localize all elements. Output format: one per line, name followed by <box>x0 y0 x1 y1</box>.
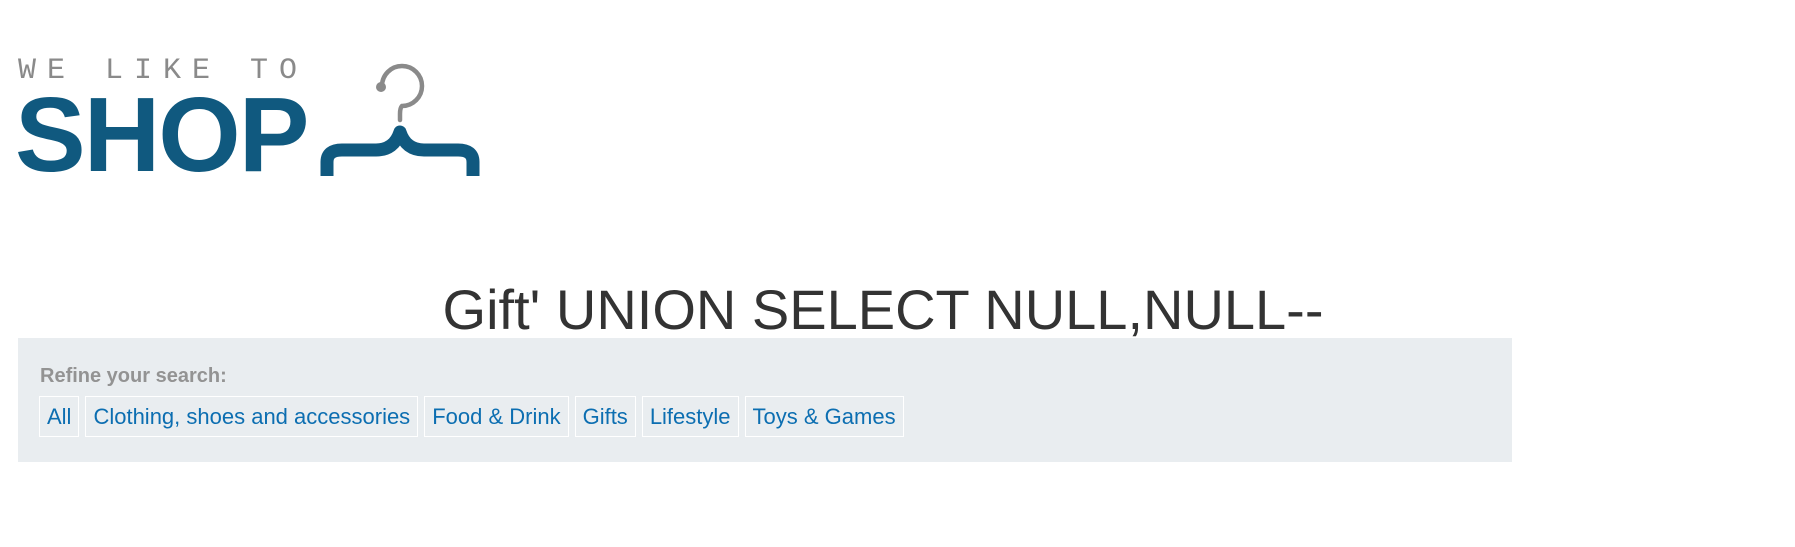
hanger-icon <box>320 63 480 176</box>
filter-lifestyle-link[interactable]: Lifestyle <box>641 396 739 437</box>
filter-panel: Refine your search: All Clothing, shoes … <box>18 338 1512 462</box>
page-title: Gift' UNION SELECT NULL,NULL-- <box>442 277 1324 341</box>
category-filter-list: All Clothing, shoes and accessories Food… <box>39 396 904 437</box>
page: WE LIKE TO SHOP Gift' UNION SELECT NULL,… <box>0 0 1795 547</box>
filter-toys-games-link[interactable]: Toys & Games <box>744 396 904 437</box>
filter-clothing-link[interactable]: Clothing, shoes and accessories <box>85 396 419 437</box>
filter-gifts-link[interactable]: Gifts <box>574 396 636 437</box>
site-logo[interactable]: WE LIKE TO SHOP <box>15 56 488 188</box>
filter-all-link[interactable]: All <box>39 396 80 437</box>
logo-word: SHOP <box>15 76 309 194</box>
filter-food-drink-link[interactable]: Food & Drink <box>424 396 569 437</box>
filter-heading: Refine your search: <box>40 365 227 387</box>
